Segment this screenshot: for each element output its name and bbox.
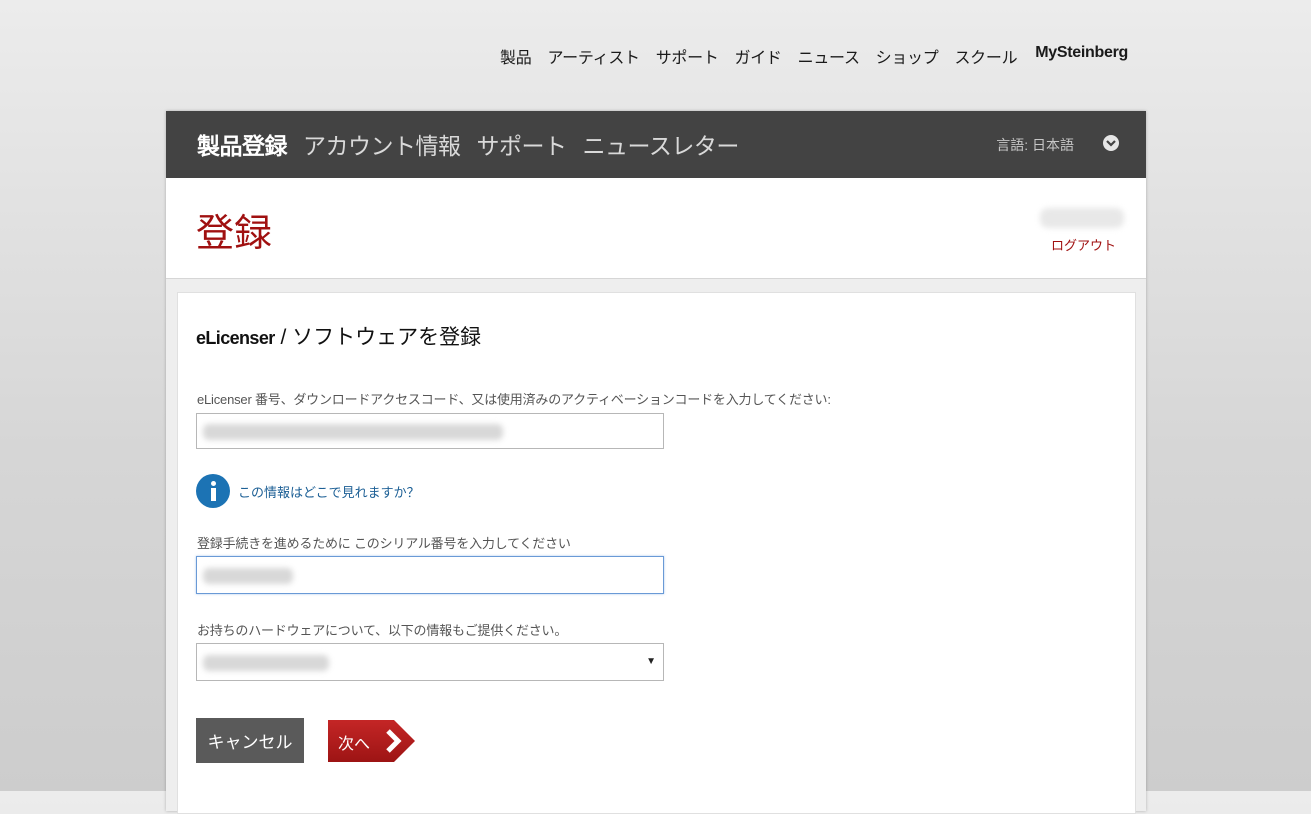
hardware-field-label: お持ちのハードウェアについて、以下の情報もご提供ください。 — [197, 623, 568, 638]
nav-guide[interactable]: ガイド — [735, 44, 782, 68]
dropdown-arrow-icon: ▼ — [646, 656, 656, 667]
menu-newsletter[interactable]: ニュースレター — [583, 127, 740, 161]
serial-input[interactable] — [196, 556, 664, 594]
nav-support[interactable]: サポート — [656, 44, 719, 68]
menu-support[interactable]: サポート — [477, 127, 568, 161]
chevron-down-icon[interactable] — [1103, 135, 1119, 151]
nav-mysteinberg[interactable]: MySteinberg — [1035, 44, 1128, 68]
serial-field-label: 登録手続きを進めるために このシリアル番号を入力してください — [197, 536, 571, 551]
account-menu: 製品登録 アカウント情報 サポート ニュースレター — [197, 127, 755, 161]
menu-account-info[interactable]: アカウント情報 — [303, 127, 461, 161]
next-button-label: 次へ — [338, 736, 371, 753]
account-panel: 製品登録 アカウント情報 サポート ニュースレター 言語: 日本語 登録 ログア… — [166, 111, 1146, 814]
top-navigation: 製品 アーティスト サポート ガイド ニュース ショップ スクール MyStei… — [500, 44, 1128, 68]
page-title: 登録 — [196, 211, 273, 255]
nav-products[interactable]: 製品 — [500, 44, 532, 68]
next-button[interactable]: 次へ — [328, 720, 416, 762]
page-header: 登録 ログアウト — [166, 178, 1146, 279]
code-input[interactable] — [196, 413, 664, 449]
hardware-select-redacted-value — [203, 655, 329, 671]
nav-artists[interactable]: アーティスト — [547, 44, 640, 68]
nav-shop[interactable]: ショップ — [876, 44, 939, 68]
code-input-redacted-value — [203, 424, 503, 440]
registration-form: eLicenser / ソフトウェアを登録 eLicenser 番号、ダウンロー… — [177, 292, 1136, 814]
code-field-label: eLicenser 番号、ダウンロードアクセスコード、又は使用済みのアクティベー… — [197, 392, 831, 407]
cancel-button[interactable]: キャンセル — [196, 718, 304, 763]
form-heading-text: / ソフトウェアを登録 — [274, 326, 482, 349]
account-menu-bar: 製品登録 アカウント情報 サポート ニュースレター 言語: 日本語 — [166, 111, 1146, 178]
user-name-redacted — [1040, 208, 1124, 228]
info-icon — [196, 474, 230, 508]
hardware-select[interactable]: ▼ — [196, 643, 664, 681]
language-selector-label[interactable]: 言語: 日本語 — [996, 135, 1074, 155]
info-help: この情報はどこで見れますか？ — [196, 474, 420, 508]
nav-news[interactable]: ニュース — [798, 44, 860, 68]
info-help-link[interactable]: この情報はどこで見れますか？ — [238, 482, 420, 501]
serial-input-redacted-value — [203, 568, 293, 584]
logout-link[interactable]: ログアウト — [1051, 235, 1116, 254]
form-heading: eLicenser / ソフトウェアを登録 — [196, 321, 481, 351]
nav-school[interactable]: スクール — [954, 44, 1017, 68]
menu-product-registration[interactable]: 製品登録 — [197, 127, 288, 161]
form-heading-elicenser: eLicenser — [196, 328, 275, 348]
